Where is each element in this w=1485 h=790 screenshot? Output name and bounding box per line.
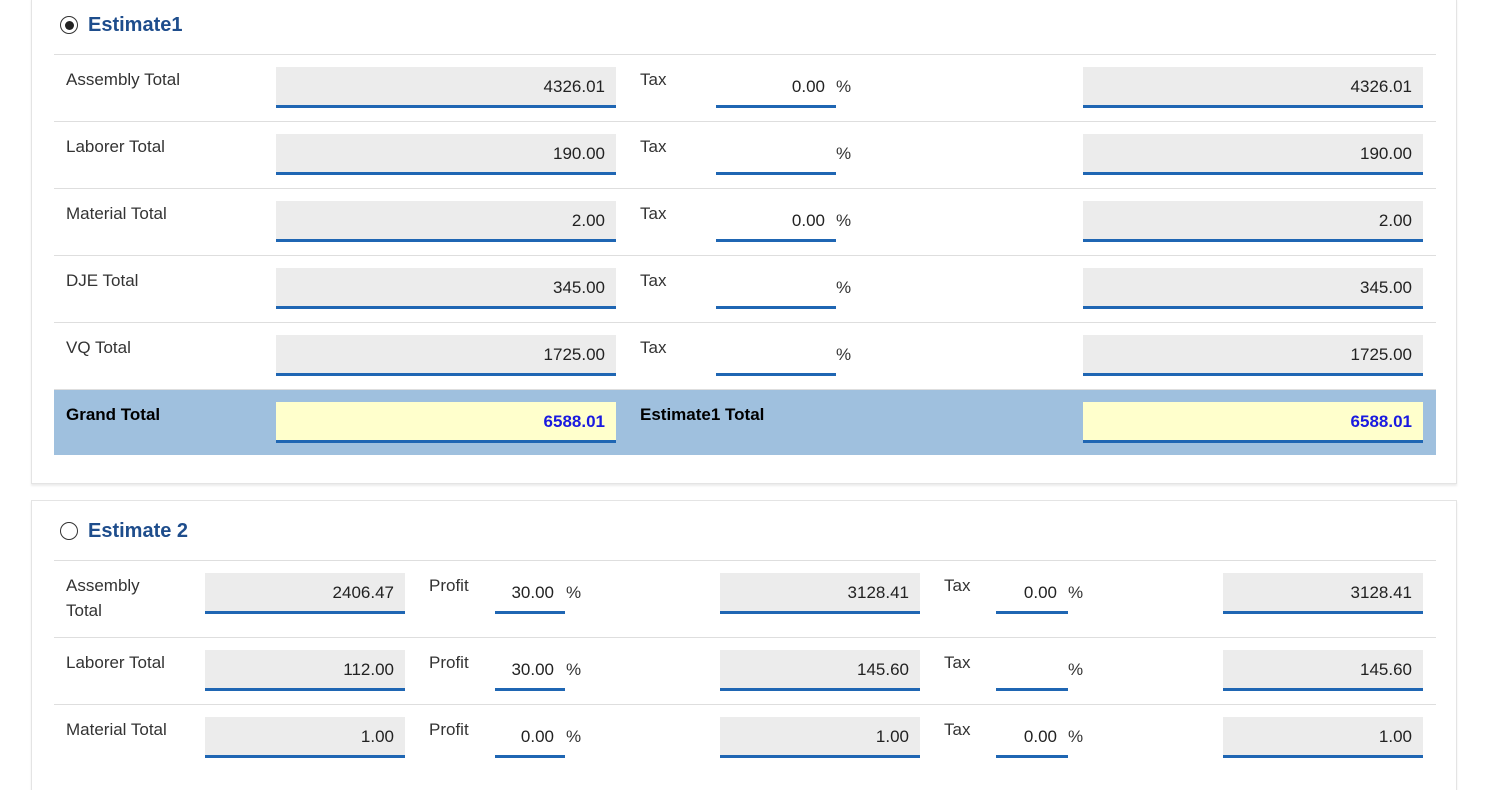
laborer-amount-field[interactable]: 112.00 [205,650,405,691]
estimate1-row-dje: DJE Total 345.00 Tax % 345.00 [54,255,1436,322]
row-label-line2: Total [66,601,102,620]
percent-sign: % [566,660,582,679]
assembly-profit-input[interactable]: 30.00 [495,573,565,614]
percent-sign: % [836,278,852,297]
laborer-profit-input[interactable]: 30.00 [495,650,565,691]
estimate1-panel: Estimate1 Assembly Total 4326.01 Tax 0.0… [31,0,1457,484]
percent-sign: % [566,583,582,602]
dje-amount-field[interactable]: 345.00 [276,268,616,309]
row-label-line1: Assembly [66,576,140,595]
tax-label: Tax [640,338,667,357]
material-tax-input[interactable]: 0.00 [996,717,1068,758]
estimate1-radio[interactable] [60,16,78,34]
dje-total-field[interactable]: 345.00 [1083,268,1423,309]
laborer-total-field[interactable]: 190.00 [1083,134,1423,175]
percent-sign: % [566,727,582,746]
material-with-profit-field[interactable]: 1.00 [720,717,920,758]
vq-amount-field[interactable]: 1725.00 [276,335,616,376]
profit-label: Profit [429,720,469,739]
material-total-field[interactable]: 2.00 [1083,201,1423,242]
laborer-total-field[interactable]: 145.60 [1223,650,1423,691]
tax-label: Tax [640,271,667,290]
percent-sign: % [836,345,852,364]
row-label: Assembly Total [66,70,181,89]
row-label: Laborer Total [66,653,165,672]
row-label: VQ Total [66,338,131,357]
estimate1-row-material: Material Total 2.00 Tax 0.00 % 2.00 [54,188,1436,255]
dje-tax-input[interactable] [716,268,836,309]
laborer-with-profit-field[interactable]: 145.60 [720,650,920,691]
tax-label: Tax [640,137,667,156]
laborer-amount-field[interactable]: 190.00 [276,134,616,175]
tax-label: Tax [944,653,971,672]
percent-sign: % [1068,727,1084,746]
assembly-amount-field[interactable]: 2406.47 [205,573,405,614]
estimate2-title: Estimate 2 [88,519,189,542]
percent-sign: % [836,144,852,163]
row-label: Laborer Total [66,137,165,156]
tax-label: Tax [640,204,667,223]
estimate2-row-material: Material Total 1.00 Profit 0.00 % 1.00 T… [54,704,1436,771]
estimate1-total-label: Estimate1 Total [640,405,765,424]
material-profit-input[interactable]: 0.00 [495,717,565,758]
laborer-tax-input[interactable] [996,650,1068,691]
percent-sign: % [1068,660,1084,679]
assembly-total-field[interactable]: 3128.41 [1223,573,1423,614]
estimate2-panel: Estimate 2 Assembly Total 2406.47 Profit … [31,500,1457,790]
profit-label: Profit [429,576,469,595]
laborer-tax-input[interactable] [716,134,836,175]
percent-sign: % [836,211,852,230]
row-label: Assembly Total [66,573,140,623]
tax-label: Tax [640,70,667,89]
assembly-with-profit-field[interactable]: 3128.41 [720,573,920,614]
estimate1-row-laborer: Laborer Total 190.00 Tax % 190.00 [54,121,1436,188]
tax-label: Tax [944,576,971,595]
estimate2-row-laborer: Laborer Total 112.00 Profit 30.00 % 145.… [54,637,1436,704]
material-amount-field[interactable]: 2.00 [276,201,616,242]
assembly-tax-input[interactable]: 0.00 [996,573,1068,614]
estimate1-grand-total-row: Grand Total 6588.01 Estimate1 Total 6588… [54,389,1436,455]
estimate1-row-vq: VQ Total 1725.00 Tax % 1725.00 [54,322,1436,389]
assembly-total-field[interactable]: 4326.01 [1083,67,1423,108]
estimate2-radio[interactable] [60,522,78,540]
row-label: Material Total [66,720,167,739]
estimate1-total-field[interactable]: 6588.01 [1083,402,1423,443]
estimate1-header: Estimate1 [60,11,183,39]
grand-total-label: Grand Total [66,405,161,424]
profit-label: Profit [429,653,469,672]
grand-total-field[interactable]: 6588.01 [276,402,616,443]
estimate1-row-assembly: Assembly Total 4326.01 Tax 0.00 % 4326.0… [54,54,1436,121]
material-tax-input[interactable]: 0.00 [716,201,836,242]
tax-label: Tax [944,720,971,739]
row-label: Material Total [66,204,167,223]
percent-sign: % [1068,583,1084,602]
percent-sign: % [836,77,852,96]
estimate1-title: Estimate1 [88,13,183,36]
radio-selected-dot [64,20,74,30]
assembly-tax-input[interactable]: 0.00 [716,67,836,108]
row-label: DJE Total [66,271,139,290]
estimate2-row-assembly: Assembly Total 2406.47 Profit 30.00 % 312… [54,560,1436,637]
material-total-field[interactable]: 1.00 [1223,717,1423,758]
material-amount-field[interactable]: 1.00 [205,717,405,758]
estimate2-header: Estimate 2 [60,517,188,545]
vq-total-field[interactable]: 1725.00 [1083,335,1423,376]
vq-tax-input[interactable] [716,335,836,376]
assembly-amount-field[interactable]: 4326.01 [276,67,616,108]
